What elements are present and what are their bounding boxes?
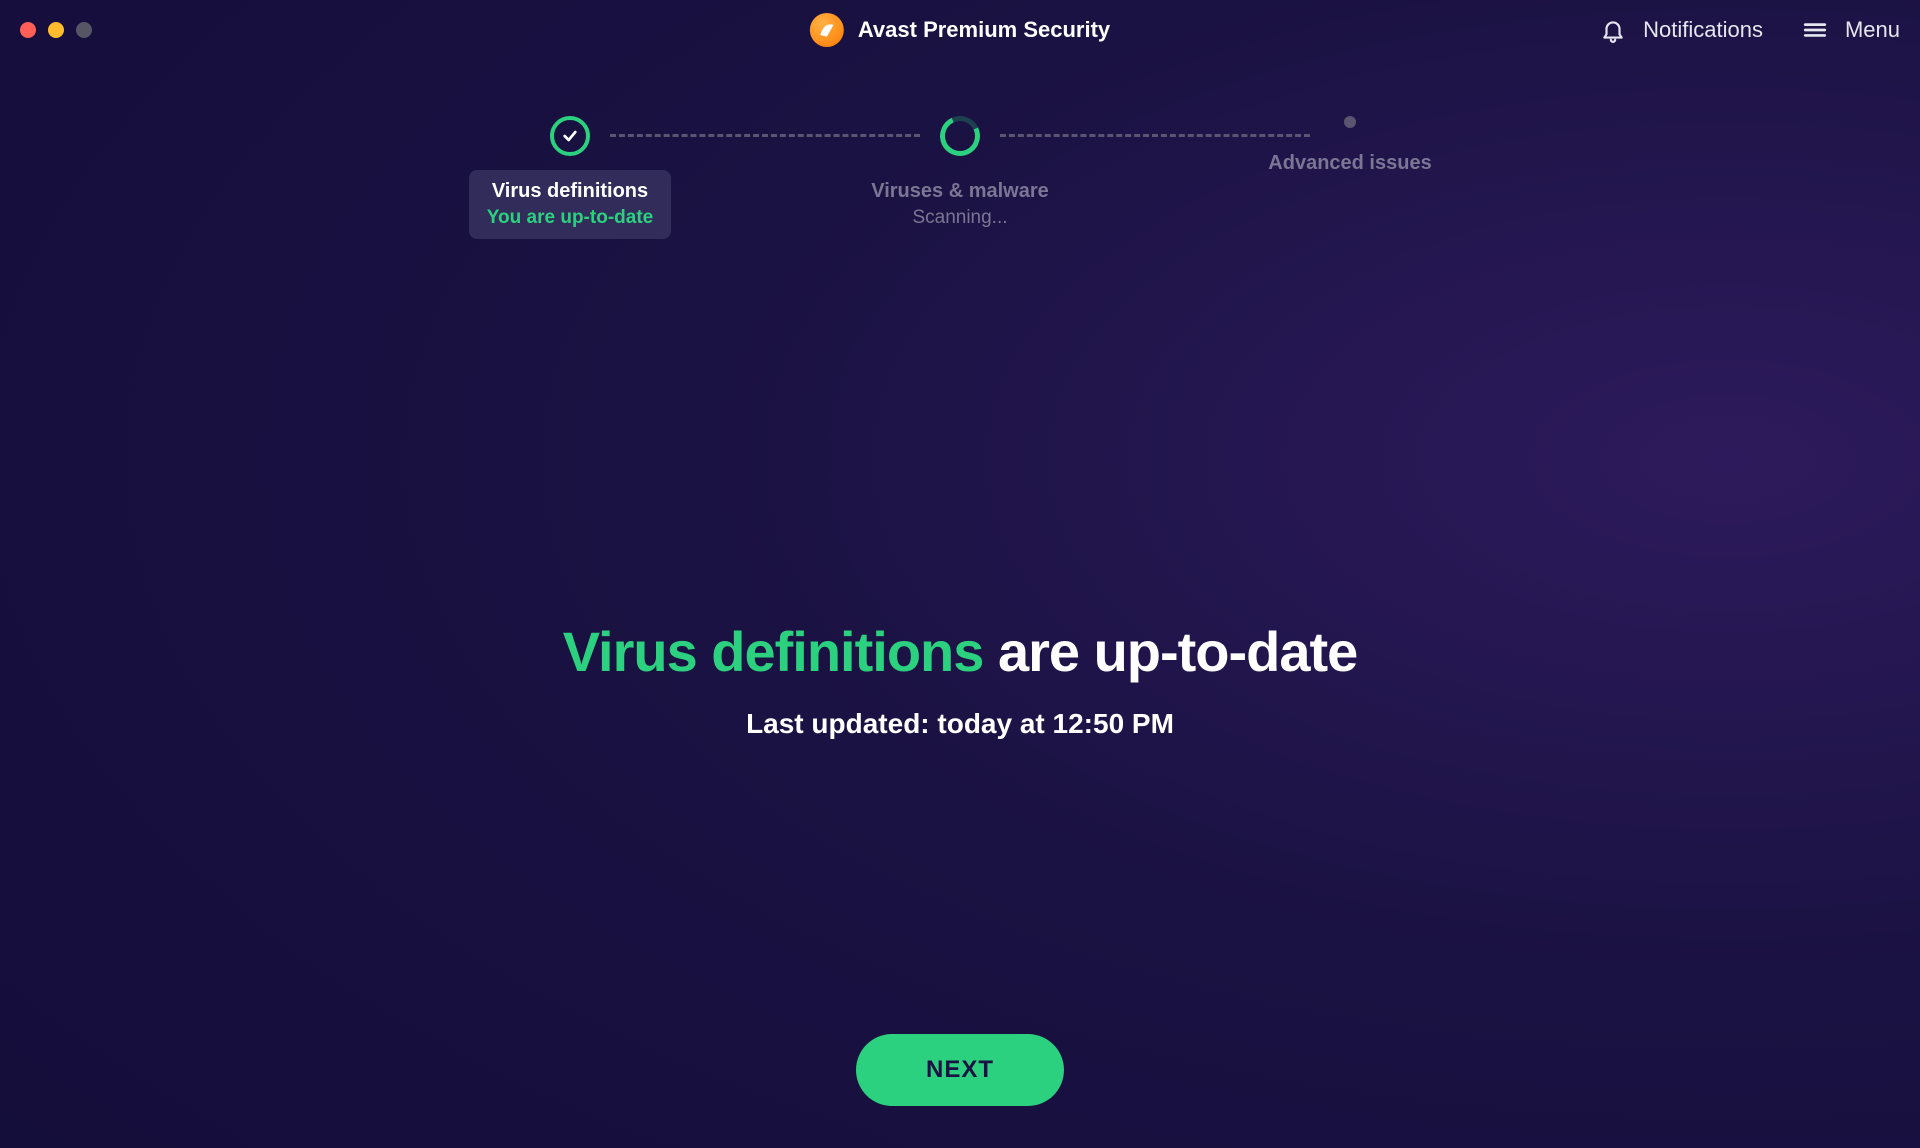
step-title: Advanced issues <box>1268 152 1431 175</box>
step-label-box: Viruses & malware Scanning... <box>853 170 1067 239</box>
step-advanced-issues: Advanced issues <box>1220 116 1480 189</box>
window-controls <box>20 22 92 38</box>
step-status: Scanning... <box>871 207 1049 229</box>
step-connector <box>610 134 920 137</box>
headline-rest: are up-to-date <box>983 620 1357 683</box>
step-title: Virus definitions <box>487 180 653 203</box>
bell-icon <box>1599 16 1627 44</box>
headline-highlight: Virus definitions <box>563 620 984 683</box>
step-status: You are up-to-date <box>487 207 653 229</box>
step-connector <box>1000 134 1310 137</box>
next-button[interactable]: NEXT <box>856 1034 1064 1106</box>
titlebar-actions: Notifications Menu <box>1599 16 1900 44</box>
minimize-window-button[interactable] <box>48 22 64 38</box>
step-complete-icon <box>550 116 590 156</box>
hamburger-icon <box>1801 16 1829 44</box>
step-title: Viruses & malware <box>871 180 1049 203</box>
close-window-button[interactable] <box>20 22 36 38</box>
app-title: Avast Premium Security <box>858 17 1110 43</box>
avast-logo-icon <box>810 13 844 47</box>
menu-button[interactable]: Menu <box>1801 16 1900 44</box>
titlebar: Avast Premium Security Notifications Men… <box>0 0 1920 60</box>
step-label-box: Virus definitions You are up-to-date <box>469 170 671 239</box>
maximize-window-button[interactable] <box>76 22 92 38</box>
last-updated-text: Last updated: today at 12:50 PM <box>0 708 1920 740</box>
step-spinner-icon <box>934 110 985 161</box>
headline: Virus definitions are up-to-date <box>0 619 1920 684</box>
progress-stepper: Virus definitions You are up-to-date Vir… <box>0 116 1920 239</box>
main-message: Virus definitions are up-to-date Last up… <box>0 619 1920 740</box>
step-label-box: Advanced issues <box>1250 142 1449 189</box>
app-title-group: Avast Premium Security <box>810 13 1110 47</box>
menu-label: Menu <box>1845 17 1900 43</box>
step-pending-icon <box>1344 116 1356 128</box>
notifications-button[interactable]: Notifications <box>1599 16 1763 44</box>
notifications-label: Notifications <box>1643 17 1763 43</box>
